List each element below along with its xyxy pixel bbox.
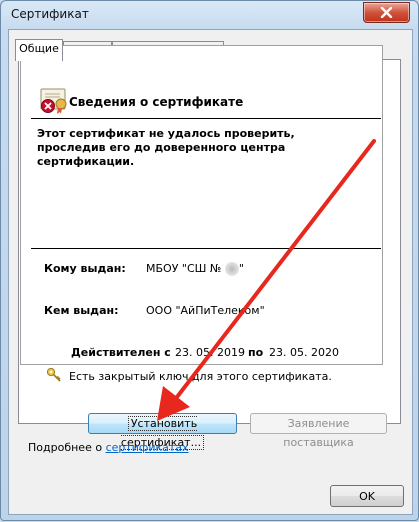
certificates-link[interactable]: сертификатах (106, 441, 189, 454)
key-icon (46, 367, 61, 382)
middle-divider (31, 248, 381, 249)
title-bar[interactable]: Сертификат (1, 1, 418, 27)
more-info-prefix: Подробнее о (28, 441, 106, 454)
certificate-dialog: Сертификат Общие Состав Путь сертификаци… (0, 0, 419, 521)
issued-to-label: Кому выдан: (44, 262, 126, 275)
issued-by-value: ООО "АйПиТелеком" (146, 304, 265, 317)
close-button[interactable] (363, 2, 410, 23)
valid-from-value: 23. 05. 2019 (175, 346, 245, 359)
window-title: Сертификат (11, 7, 89, 21)
more-info: Подробнее о сертификатах (28, 441, 189, 454)
valid-to-value: 23. 05. 2020 (269, 346, 339, 359)
purpose-text: Этот сертификат не удалось проверить, пр… (37, 127, 295, 168)
ok-button[interactable]: OK (330, 485, 404, 507)
issued-to-value: МБОУ "СШ № " (146, 262, 244, 276)
issued-to-text: МБОУ "СШ № (146, 262, 222, 275)
valid-from-label: Действителен с (71, 346, 171, 359)
tab-general[interactable]: Общие (15, 39, 63, 61)
private-key-note: Есть закрытый ключ для этого сертификата… (69, 370, 332, 383)
close-icon (380, 7, 393, 18)
valid-to-label: по (248, 346, 264, 359)
issuer-statement-button[interactable]: Заявление поставщика (250, 413, 387, 449)
info-header: Сведения о сертификате (69, 95, 244, 109)
issued-to-suffix: " (238, 262, 244, 275)
issued-by-label: Кем выдан: (44, 304, 119, 317)
header-divider (31, 118, 381, 119)
redacted-mark (224, 262, 239, 276)
install-certificate-button[interactable]: Установить сертификат... (88, 413, 237, 450)
certificate-info-box (20, 45, 383, 365)
certificate-error-icon (40, 88, 67, 114)
